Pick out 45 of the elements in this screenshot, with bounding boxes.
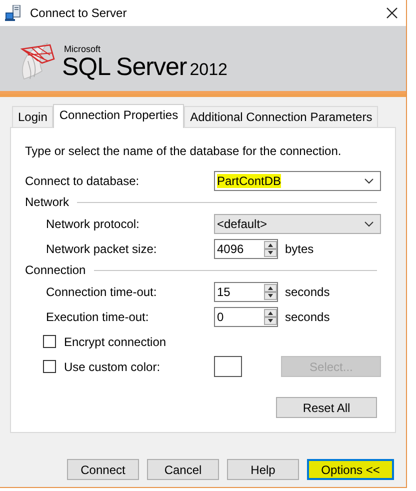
section-title: Connection <box>25 263 86 277</box>
dialog-button[interactable]: Connect <box>67 459 139 480</box>
dialog-button[interactable]: Cancel <box>147 459 219 480</box>
spin-field[interactable]: 0 <box>214 306 278 326</box>
database-combo[interactable]: PartContDB <box>214 170 381 190</box>
section-title: Network <box>25 195 70 209</box>
spin-field[interactable]: 15 <box>214 282 278 302</box>
field-label: Connection time-out: <box>46 284 158 298</box>
tab[interactable]: Additional Connection Parameters <box>184 106 378 127</box>
chevron-down-icon[interactable] <box>364 178 374 184</box>
chevron-down-icon[interactable] <box>364 220 374 226</box>
dialog-button[interactable]: Help <box>227 459 299 480</box>
spin-up-icon[interactable] <box>264 240 277 248</box>
spin-down-icon[interactable] <box>264 292 277 300</box>
spin-down-icon[interactable] <box>264 316 277 324</box>
product-name: SQL Server <box>62 54 187 80</box>
dialog-button[interactable]: Options << <box>307 459 394 480</box>
unit-label: bytes <box>285 242 314 256</box>
checkbox-label[interactable]: Encrypt connection <box>64 334 166 348</box>
checkbox-label[interactable]: Use custom color: <box>64 360 160 374</box>
unit-label: seconds <box>285 284 330 298</box>
spin-up-icon[interactable] <box>264 284 277 292</box>
field-label: Execution time-out: <box>46 310 150 324</box>
combo-value: PartContDB <box>217 174 282 188</box>
field-label: Network protocol: <box>46 216 140 230</box>
checkbox[interactable] <box>43 335 56 348</box>
spin-up-icon[interactable] <box>264 308 277 316</box>
field-label: Network packet size: <box>46 242 158 256</box>
unit-label: seconds <box>285 310 330 324</box>
spin-down-icon[interactable] <box>264 248 277 256</box>
vendor-name: Microsoft <box>64 44 102 54</box>
close-icon[interactable] <box>386 7 398 19</box>
reset-all-button[interactable]: Reset All <box>276 397 377 418</box>
window-title: Connect to Server <box>30 6 128 20</box>
description-text: Type or select the name of the database for the connection. <box>25 144 342 158</box>
field-label: Connect to database: <box>25 174 140 188</box>
server-icon <box>5 5 23 21</box>
protocol-combo[interactable]: <default> <box>214 214 381 234</box>
product-version: 2012 <box>190 60 228 80</box>
tab[interactable]: Login <box>12 106 54 127</box>
checkbox[interactable] <box>43 360 56 373</box>
color-swatch <box>214 356 242 377</box>
combo-value: <default> <box>217 216 268 230</box>
tab[interactable]: Connection Properties <box>53 104 184 128</box>
spin-field[interactable]: 4096 <box>214 238 278 258</box>
